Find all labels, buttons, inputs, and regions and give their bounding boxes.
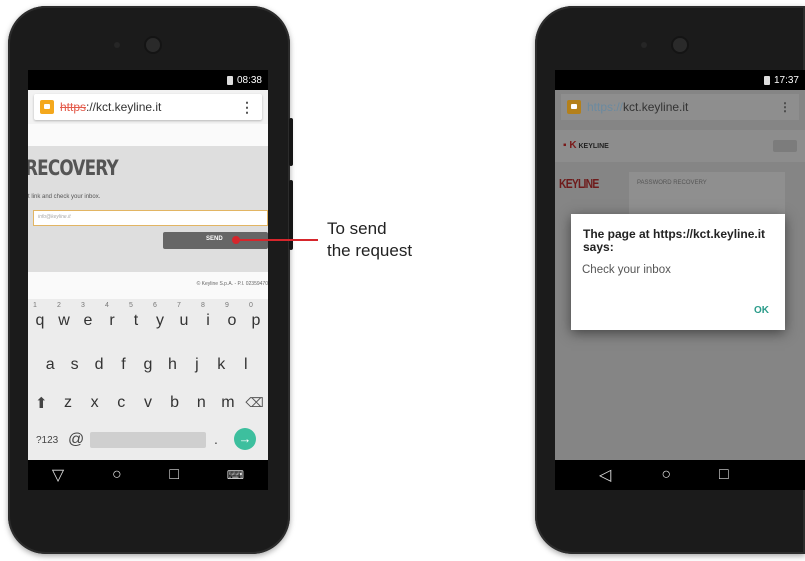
right-screen: 17:37 https://kct.keyline.it ⋮ ▪ K KEYLI… xyxy=(555,70,805,490)
annotation-text: To send the request xyxy=(327,218,412,262)
key-o[interactable]: 9o xyxy=(221,302,243,330)
dialog-message: Check your inbox xyxy=(582,264,671,276)
brand-text: KEYLINE xyxy=(559,176,599,191)
backspace-icon[interactable]: ⌫ xyxy=(244,395,266,411)
key-z[interactable]: z xyxy=(57,394,79,412)
key-i[interactable]: 8i xyxy=(197,302,219,330)
key-g[interactable]: g xyxy=(137,356,159,374)
key-x[interactable]: x xyxy=(84,394,106,412)
key-a[interactable]: a xyxy=(39,356,61,374)
url-text: https://kct.keyline.it xyxy=(587,100,689,114)
at-key[interactable]: @ xyxy=(68,431,84,449)
key-m[interactable]: m xyxy=(217,394,239,412)
recovery-card: RECOVERY t link and check your inbox. in… xyxy=(28,146,268,272)
key-t[interactable]: 5t xyxy=(125,302,147,330)
nav-bar: ▽ ○ □ ⌨ xyxy=(28,460,268,490)
back-icon[interactable]: ▽ xyxy=(52,465,64,485)
menu-icon[interactable]: ⋮ xyxy=(779,100,791,114)
annotation-line-2: the request xyxy=(327,241,413,260)
left-screen: 08:38 https://kct.keyline.it ⋮ RECOVERY … xyxy=(28,70,268,490)
page-content: RECOVERY t link and check your inbox. in… xyxy=(28,124,268,299)
recents-icon[interactable]: □ xyxy=(169,466,179,484)
page-heading: RECOVERY xyxy=(28,156,119,180)
status-time: 08:38 xyxy=(236,74,262,86)
lock-icon xyxy=(567,100,581,114)
keyboard-icon[interactable]: ⌨ xyxy=(227,468,244,482)
status-time: 17:37 xyxy=(773,74,799,86)
alert-dialog: The page at https://kct.keyline.it says:… xyxy=(571,214,785,330)
status-bar: 17:37 xyxy=(555,70,805,90)
key-p[interactable]: 0p xyxy=(245,302,267,330)
keyboard-row-1: 1q 2w 3e 4r 5t 6y 7u 8i 9o 0p xyxy=(28,302,268,335)
url-text: https://kct.keyline.it xyxy=(60,100,162,114)
key-u[interactable]: 7u xyxy=(173,302,195,330)
key-y[interactable]: 6y xyxy=(149,302,171,330)
keyboard: 1q 2w 3e 4r 5t 6y 7u 8i 9o 0p a s d f g … xyxy=(28,299,268,460)
nav-bar: ◁ ○ □ xyxy=(555,460,805,490)
card-title: PASSWORD RECOVERY xyxy=(637,180,707,186)
key-r[interactable]: 4r xyxy=(101,302,123,330)
key-j[interactable]: j xyxy=(186,356,208,374)
keyboard-row-2: a s d f g h j k l xyxy=(28,351,268,379)
volume-button xyxy=(289,180,293,250)
dot-key[interactable]: . xyxy=(214,431,218,447)
menu-icon[interactable]: ⋮ xyxy=(240,99,254,116)
header-strip: ▪ K KEYLINE xyxy=(555,130,805,162)
lock-icon xyxy=(40,100,54,114)
send-button[interactable]: SEND xyxy=(163,232,268,249)
key-w[interactable]: 2w xyxy=(53,302,75,330)
url-bar[interactable]: https://kct.keyline.it ⋮ xyxy=(34,94,262,120)
battery-icon xyxy=(226,75,233,85)
sensor xyxy=(114,42,120,48)
symbols-key[interactable]: ?123 xyxy=(36,435,58,446)
browser-toolbar: https://kct.keyline.it ⋮ xyxy=(28,90,268,124)
key-f[interactable]: f xyxy=(113,356,135,374)
battery-icon xyxy=(763,75,770,85)
partner-logo xyxy=(773,140,797,152)
key-c[interactable]: c xyxy=(110,394,132,412)
home-icon[interactable]: ○ xyxy=(112,466,122,484)
key-s[interactable]: s xyxy=(64,356,86,374)
home-icon[interactable]: ○ xyxy=(661,466,671,484)
keyboard-row-4: ?123 @ . → xyxy=(28,427,268,455)
sensor xyxy=(641,42,647,48)
key-k[interactable]: k xyxy=(210,356,232,374)
back-icon[interactable]: ◁ xyxy=(599,465,611,485)
dialog-title: The page at https://kct.keyline.it says: xyxy=(583,227,766,254)
key-b[interactable]: b xyxy=(164,394,186,412)
shift-icon[interactable]: ⬆ xyxy=(30,394,52,412)
recents-icon[interactable]: □ xyxy=(719,466,729,484)
status-bar: 08:38 xyxy=(28,70,268,90)
key-q[interactable]: 1q xyxy=(29,302,51,330)
spacebar[interactable] xyxy=(90,432,206,448)
keyline-logo: ▪ K KEYLINE xyxy=(563,140,609,151)
power-button xyxy=(289,118,293,166)
key-e[interactable]: 3e xyxy=(77,302,99,330)
email-input[interactable]: info@keyline.it xyxy=(33,210,268,226)
key-d[interactable]: d xyxy=(88,356,110,374)
camera-icon xyxy=(144,36,162,54)
annotation-line-1: To send xyxy=(327,219,387,238)
instruction-text: t link and check your inbox. xyxy=(28,194,101,200)
footer-text: © Keyline S.p.A. - P.I. 02359470 xyxy=(196,281,268,287)
url-bar[interactable]: https://kct.keyline.it ⋮ xyxy=(561,94,799,120)
key-h[interactable]: h xyxy=(161,356,183,374)
browser-toolbar: https://kct.keyline.it ⋮ xyxy=(555,90,805,124)
camera-icon xyxy=(671,36,689,54)
key-v[interactable]: v xyxy=(137,394,159,412)
enter-arrow-icon[interactable]: → xyxy=(234,428,256,450)
key-n[interactable]: n xyxy=(190,394,212,412)
key-l[interactable]: l xyxy=(235,356,257,374)
keyboard-row-3: ⬆ z x c v b n m ⌫ xyxy=(28,389,268,417)
ok-button[interactable]: OK xyxy=(754,305,769,316)
